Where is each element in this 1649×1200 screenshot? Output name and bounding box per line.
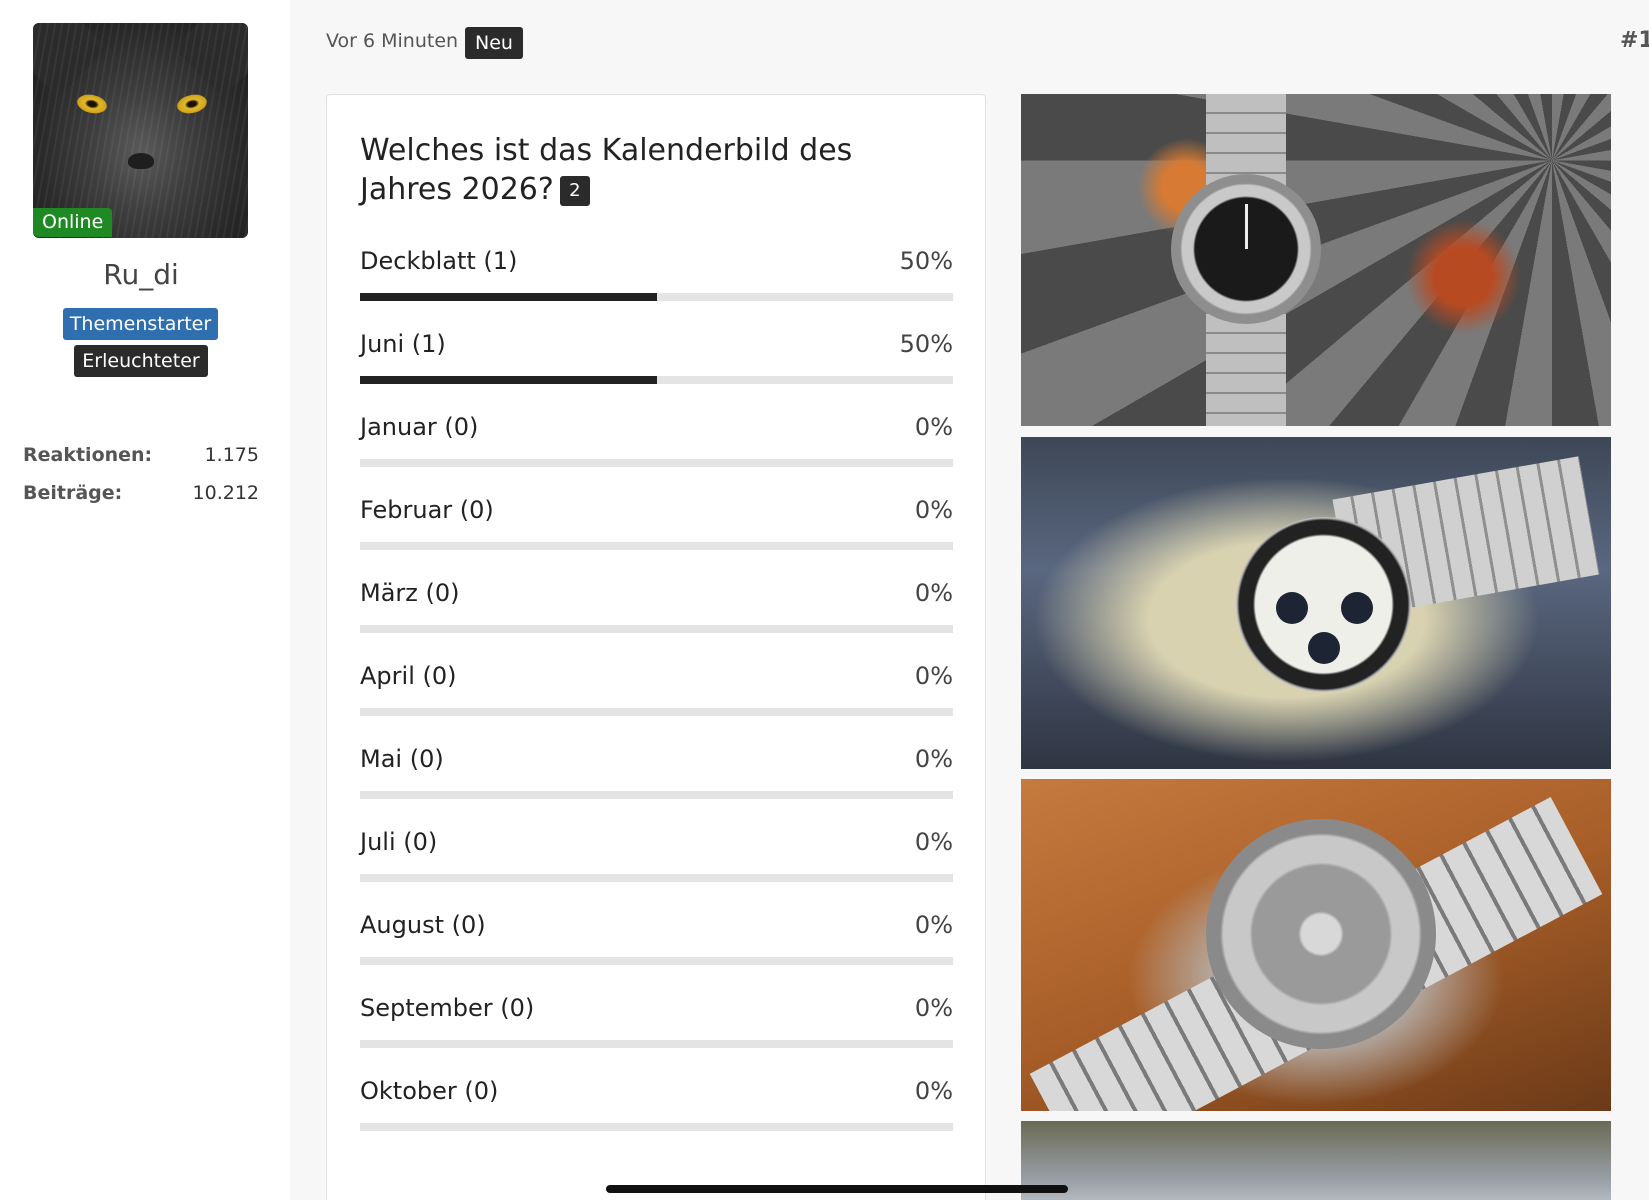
user-sidebar: Online Ru_di Themenstarter Erleuchteter …	[0, 0, 290, 1200]
poll-option-label: Deckblatt (1)	[360, 247, 518, 275]
user-rank-badge: Erleuchteter	[74, 345, 208, 377]
avatar[interactable]	[33, 23, 248, 238]
poll-option-label: Januar (0)	[360, 413, 479, 441]
poll-option-bar	[360, 791, 953, 799]
poll-option-label: August (0)	[360, 911, 486, 939]
poll-option[interactable]: September (0) 0%	[360, 994, 953, 1074]
online-status-badge: Online	[33, 208, 113, 237]
poll-option[interactable]: Oktober (0) 0%	[360, 1077, 953, 1157]
poll-option-bar-fill	[360, 293, 657, 301]
watch-dial	[1171, 174, 1321, 324]
poll-option[interactable]: April (0) 0%	[360, 662, 953, 742]
poll-option[interactable]: März (0) 0%	[360, 579, 953, 659]
poll-option-percent: 0%	[914, 911, 953, 939]
poll-option-bar	[360, 1123, 953, 1131]
poll-option[interactable]: Februar (0) 0%	[360, 496, 953, 576]
poll-option-percent: 50%	[899, 330, 953, 358]
calendar-photo-3[interactable]	[1021, 779, 1611, 1111]
poll-option-bar	[360, 542, 953, 550]
stat-label: Reaktionen:	[23, 444, 153, 466]
poll-option[interactable]: Januar (0) 0%	[360, 413, 953, 493]
poll-option[interactable]: Mai (0) 0%	[360, 745, 953, 825]
watch-subdial	[1276, 592, 1308, 624]
poll-option-percent: 0%	[914, 579, 953, 607]
poll-option-label: Juni (1)	[360, 330, 446, 358]
calendar-photo-4[interactable]	[1021, 1121, 1611, 1200]
poll-question: Welches ist das Kalenderbild des Jahres …	[360, 133, 853, 207]
poll-option-label: Oktober (0)	[360, 1077, 499, 1105]
home-indicator[interactable]	[606, 1185, 1068, 1193]
watch-dial	[1236, 517, 1411, 692]
poll-option-label: März (0)	[360, 579, 460, 607]
stat-value: 1.175	[204, 444, 259, 466]
poll-option-bar	[360, 708, 953, 716]
watch-caseback	[1206, 819, 1436, 1049]
poll-option[interactable]: August (0) 0%	[360, 911, 953, 991]
poll-option[interactable]: Juli (0) 0%	[360, 828, 953, 908]
poll-option[interactable]: Deckblatt (1) 50%	[360, 247, 953, 327]
poll-option-bar	[360, 625, 953, 633]
poll-vote-count-badge: 2	[559, 175, 590, 206]
poll-option-percent: 0%	[914, 828, 953, 856]
username[interactable]: Ru_di	[0, 258, 282, 291]
thread-starter-badge: Themenstarter	[63, 308, 218, 340]
watch-subdial	[1341, 592, 1373, 624]
poll-option-bar	[360, 957, 953, 965]
post-time[interactable]: Vor 6 Minuten	[326, 30, 458, 52]
poll-option-bar	[360, 1040, 953, 1048]
poll-option[interactable]: Juni (1) 50%	[360, 330, 953, 410]
poll-option-bar	[360, 376, 953, 384]
poll-option-percent: 0%	[914, 662, 953, 690]
avatar-fur	[33, 23, 248, 238]
stat-label: Beiträge:	[23, 482, 123, 504]
poll-option-bar	[360, 459, 953, 467]
poll-card: Welches ist das Kalenderbild des Jahres …	[326, 94, 986, 1200]
poll-option-percent: 0%	[914, 496, 953, 524]
watch-subdial	[1308, 632, 1340, 664]
new-badge: Neu	[465, 27, 523, 59]
poll-option-percent: 0%	[914, 745, 953, 773]
poll-option-label: Februar (0)	[360, 496, 494, 524]
poll-option-label: Mai (0)	[360, 745, 444, 773]
poll-title: Welches ist das Kalenderbild des Jahres …	[360, 131, 940, 209]
poll-option-label: September (0)	[360, 994, 535, 1022]
poll-option-percent: 0%	[914, 1077, 953, 1105]
post-number[interactable]: #1	[1620, 28, 1649, 53]
poll-option-bar	[360, 293, 953, 301]
poll-option-label: April (0)	[360, 662, 457, 690]
poll-option-label: Juli (0)	[360, 828, 438, 856]
poll-option-percent: 50%	[899, 247, 953, 275]
poll-option-percent: 0%	[914, 413, 953, 441]
avatar-nose	[128, 153, 154, 169]
calendar-photo-1[interactable]	[1021, 94, 1611, 426]
poll-option-percent: 0%	[914, 994, 953, 1022]
calendar-photo-2[interactable]	[1021, 437, 1611, 769]
poll-option-bar	[360, 874, 953, 882]
stat-value: 10.212	[192, 482, 259, 504]
poll-option-bar-fill	[360, 376, 657, 384]
watch-hand	[1245, 204, 1248, 249]
